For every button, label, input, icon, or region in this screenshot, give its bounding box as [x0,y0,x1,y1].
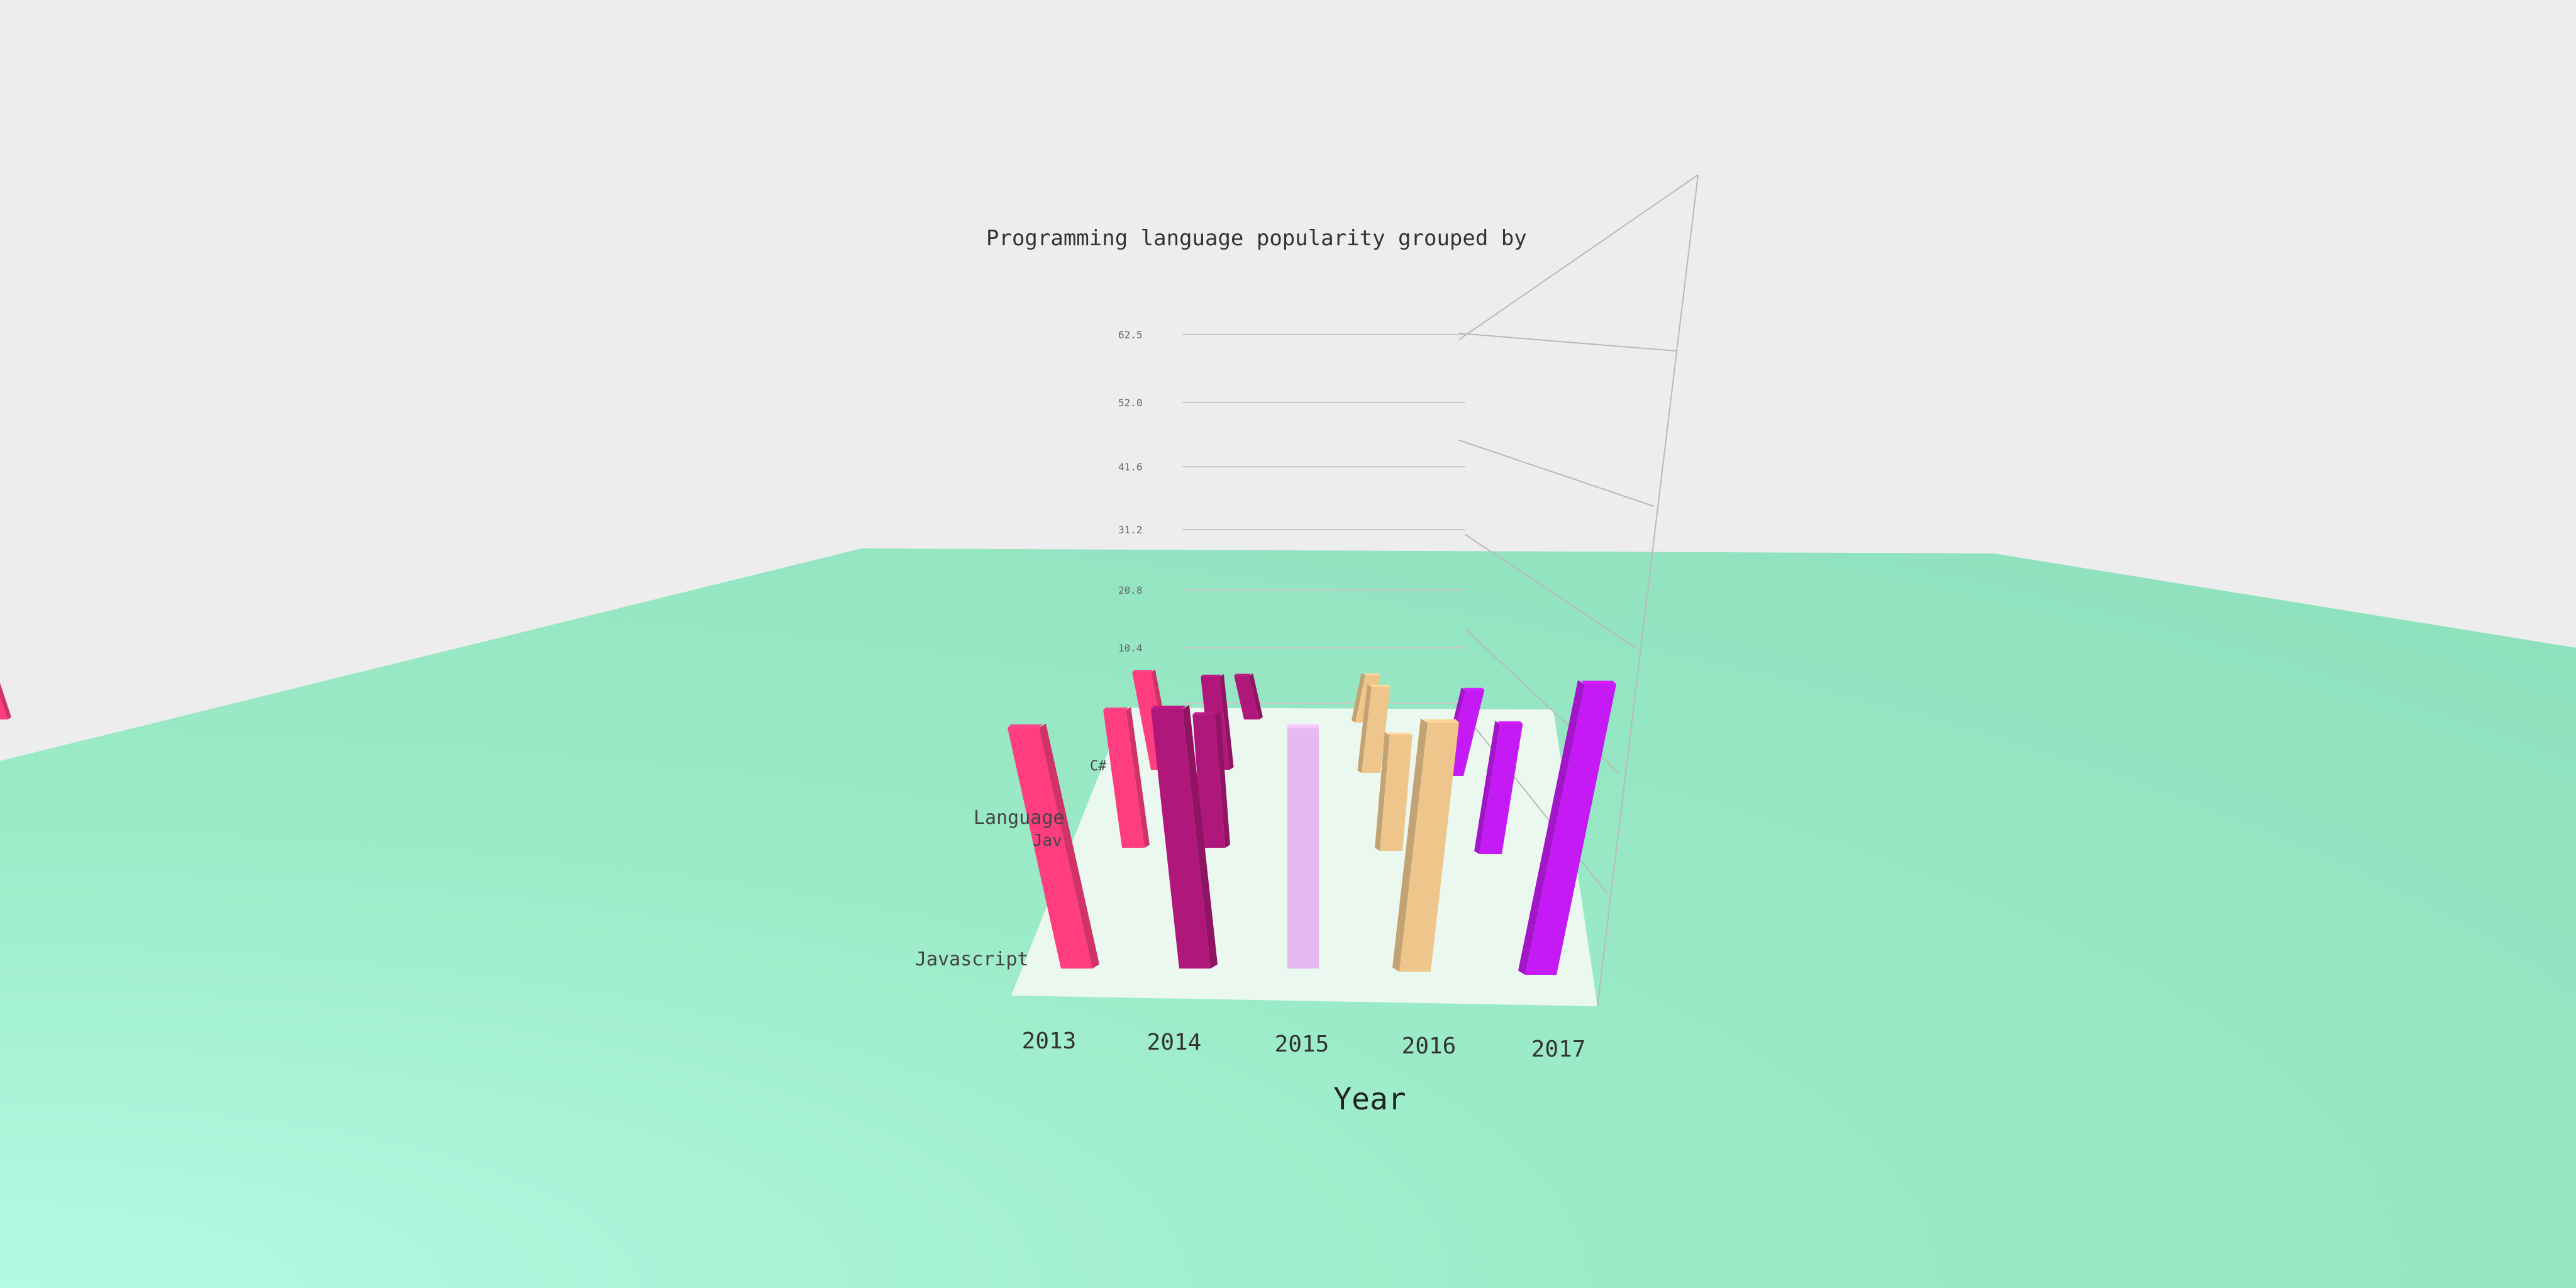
bar-top [1151,706,1186,709]
x-tick-label: 2014 [1147,1030,1202,1055]
bar-top [1008,724,1043,728]
bar [1287,728,1319,969]
bar-top [1581,680,1616,684]
z-axis-label: Language [974,807,1065,829]
y-tick-label: 31.2 [1118,524,1143,536]
chart-scene: 10.4 20.8 31.2 41.6 52.0 62.5 Programming lan… [0,0,2576,1288]
bar-top [1192,712,1218,715]
y-tick-label: 20.8 [1118,584,1143,596]
chart-title: Programming language popularity grouped … [986,226,1527,251]
y-gridlines [1182,334,1465,704]
z-tick-javascript: Javascript [915,948,1029,970]
x-tick-label: 2015 [1275,1031,1330,1057]
bar-top [1132,670,1153,672]
z-tick-csharp: C# [1090,758,1107,774]
x-axis-label: Year [1333,1082,1406,1117]
bar-top [1369,684,1391,687]
y-tick-label: 10.4 [1118,642,1143,654]
bar-top [1363,673,1380,675]
bar-top [1387,733,1413,735]
x-tick-label: 2016 [1402,1033,1457,1059]
y-tick-label: 62.5 [1118,329,1143,341]
x-tick-label: 2017 [1531,1036,1586,1062]
y-tick-label: 41.6 [1118,461,1143,473]
bar-top [1424,719,1459,723]
chart-3d-bar: 10.4 20.8 31.2 41.6 52.0 62.5 Programming lan… [0,174,2576,1288]
x-tick-label: 2013 [1022,1028,1077,1054]
bar-top [1201,674,1222,677]
y-tick-label: 52.0 [1118,397,1143,409]
bar-top [1497,721,1523,724]
bar-top [1463,687,1485,691]
bar-top [1287,724,1319,728]
bar-top [1234,674,1252,676]
z-tick-java: Jav [1033,831,1062,850]
bar-top [1103,708,1129,711]
